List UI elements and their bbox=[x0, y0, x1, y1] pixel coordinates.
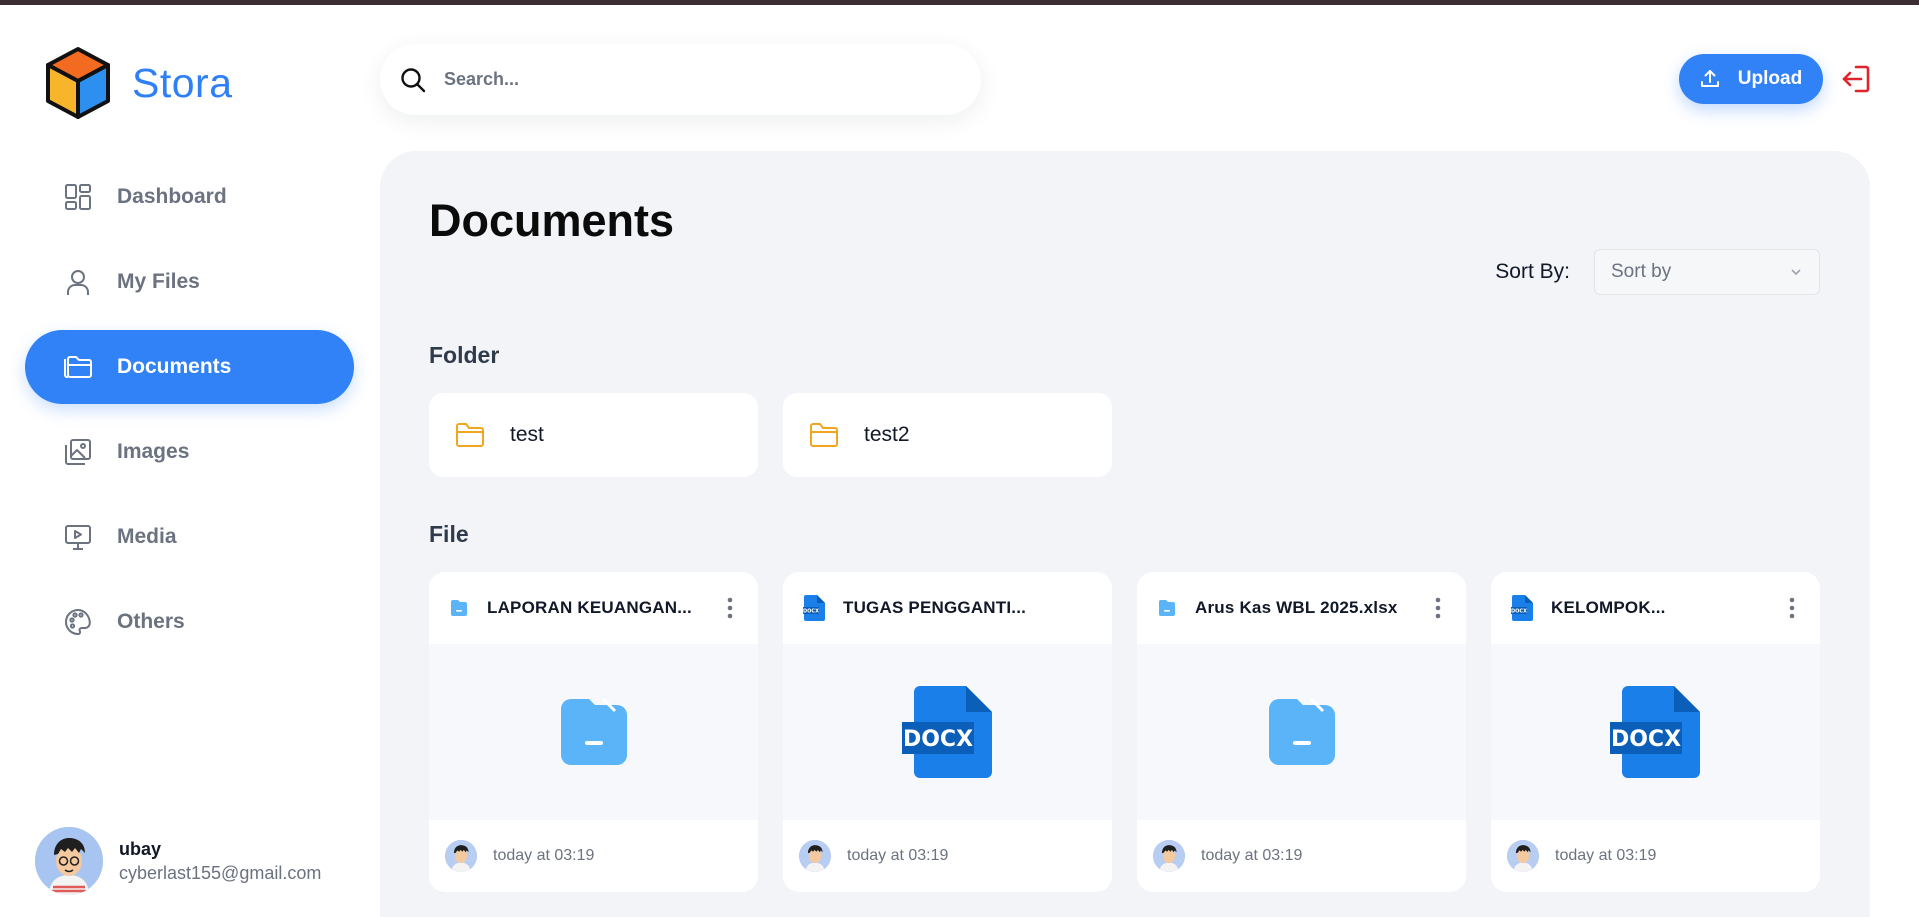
file-name: LAPORAN KEUANGAN... bbox=[487, 598, 692, 617]
file-preview[interactable]: DOCX bbox=[783, 644, 1112, 820]
user-profile[interactable]: ubay cyberlast155@gmail.com bbox=[35, 827, 321, 895]
palette-icon bbox=[63, 607, 93, 637]
avatar bbox=[35, 827, 103, 895]
search-input[interactable] bbox=[444, 69, 944, 90]
search-bar bbox=[380, 44, 981, 115]
more-options-icon[interactable] bbox=[720, 593, 740, 623]
svg-text:DOCX: DOCX bbox=[902, 727, 972, 752]
file-icon bbox=[451, 600, 467, 616]
docx-file-icon: DOCX bbox=[1511, 595, 1533, 621]
main-panel: Documents Sort By: Sort by Folder test t… bbox=[380, 151, 1870, 917]
sidebar-item-label: Dashboard bbox=[117, 185, 227, 208]
file-preview[interactable] bbox=[1137, 644, 1466, 820]
avatar bbox=[799, 840, 831, 872]
more-options-icon[interactable] bbox=[1428, 593, 1448, 623]
sidebar-item-label: Others bbox=[117, 610, 185, 633]
file-name: KELOMPOK... bbox=[1551, 598, 1666, 617]
docx-file-icon: DOCX bbox=[1609, 686, 1700, 778]
file-card[interactable]: DOCX TUGAS PENGGANTI... DOCX today at 03… bbox=[783, 572, 1112, 892]
documents-icon bbox=[63, 352, 93, 382]
media-icon bbox=[63, 522, 93, 552]
file-preview[interactable]: DOCX bbox=[1491, 644, 1820, 820]
folder-card[interactable]: test bbox=[429, 393, 758, 477]
folder-icon bbox=[810, 423, 838, 447]
sidebar-item-images[interactable]: Images bbox=[25, 415, 354, 489]
user-icon bbox=[63, 267, 93, 297]
file-section-title: File bbox=[429, 521, 469, 547]
file-name: TUGAS PENGGANTI... bbox=[843, 598, 1027, 617]
page-title: Documents bbox=[429, 195, 675, 246]
file-card[interactable]: Arus Kas WBL 2025.xlsx today at 03:19 bbox=[1137, 572, 1466, 892]
sidebar-item-documents[interactable]: Documents bbox=[25, 330, 354, 404]
folder-icon bbox=[456, 423, 484, 447]
file-timestamp: today at 03:19 bbox=[847, 847, 949, 864]
profile-text: ubay cyberlast155@gmail.com bbox=[119, 839, 321, 884]
profile-name: ubay bbox=[119, 838, 162, 859]
sidebar-item-label: Media bbox=[117, 525, 177, 548]
more-options-icon[interactable] bbox=[1782, 593, 1802, 623]
upload-button[interactable]: Upload bbox=[1679, 54, 1823, 104]
file-icon bbox=[1268, 697, 1335, 765]
upload-label: Upload bbox=[1737, 68, 1803, 89]
file-icon bbox=[1159, 600, 1175, 616]
sidebar-item-label: Images bbox=[117, 440, 190, 463]
sidebar: Stora Dashboard My Files Documents Image… bbox=[0, 5, 378, 917]
file-timestamp: today at 03:19 bbox=[1555, 847, 1657, 864]
cube-logo-icon bbox=[46, 47, 110, 119]
folder-name: test2 bbox=[864, 423, 910, 446]
sidebar-item-media[interactable]: Media bbox=[25, 500, 354, 574]
sidebar-item-label: Documents bbox=[117, 355, 232, 378]
dashboard-icon bbox=[63, 182, 93, 212]
images-icon bbox=[63, 437, 93, 467]
file-name: Arus Kas WBL 2025.xlsx bbox=[1195, 598, 1398, 617]
search-icon bbox=[401, 67, 426, 92]
sidebar-item-label: My Files bbox=[117, 270, 200, 293]
svg-text:DOCX: DOCX bbox=[1610, 727, 1680, 752]
file-timestamp: today at 03:19 bbox=[493, 847, 595, 864]
avatar bbox=[1153, 840, 1185, 872]
file-card[interactable]: DOCX KELOMPOK... DOCX today at 03:19 bbox=[1491, 572, 1820, 892]
file-timestamp: today at 03:19 bbox=[1201, 847, 1303, 864]
brand[interactable]: Stora bbox=[44, 45, 233, 121]
avatar bbox=[1507, 840, 1539, 872]
file-card[interactable]: LAPORAN KEUANGAN... today at 03:19 bbox=[429, 572, 758, 892]
folder-card[interactable]: test2 bbox=[783, 393, 1112, 477]
sidebar-item-my-files[interactable]: My Files bbox=[25, 245, 354, 319]
logout-icon[interactable] bbox=[1840, 63, 1872, 95]
chevron-down-icon bbox=[1791, 269, 1801, 276]
svg-text:DOCX: DOCX bbox=[1511, 609, 1527, 615]
file-icon bbox=[560, 697, 627, 765]
upload-icon bbox=[1700, 70, 1719, 87]
sidebar-item-others[interactable]: Others bbox=[25, 585, 354, 659]
profile-email: cyberlast155@gmail.com bbox=[119, 862, 322, 883]
docx-file-icon: DOCX bbox=[803, 595, 825, 621]
folder-name: test bbox=[510, 423, 544, 446]
docx-file-icon: DOCX bbox=[901, 686, 992, 778]
sort-select[interactable]: Sort by bbox=[1594, 249, 1820, 295]
sidebar-nav: Dashboard My Files Documents Images Medi… bbox=[25, 160, 354, 670]
file-preview[interactable] bbox=[429, 644, 758, 820]
brand-name: Stora bbox=[132, 59, 233, 106]
svg-text:DOCX: DOCX bbox=[803, 609, 819, 615]
folder-section-title: Folder bbox=[429, 342, 500, 368]
sort-value: Sort by bbox=[1611, 261, 1672, 282]
avatar bbox=[445, 840, 477, 872]
sidebar-item-dashboard[interactable]: Dashboard bbox=[25, 160, 354, 234]
sort-control: Sort By: Sort by bbox=[1495, 249, 1820, 295]
sort-label: Sort By: bbox=[1495, 260, 1570, 283]
